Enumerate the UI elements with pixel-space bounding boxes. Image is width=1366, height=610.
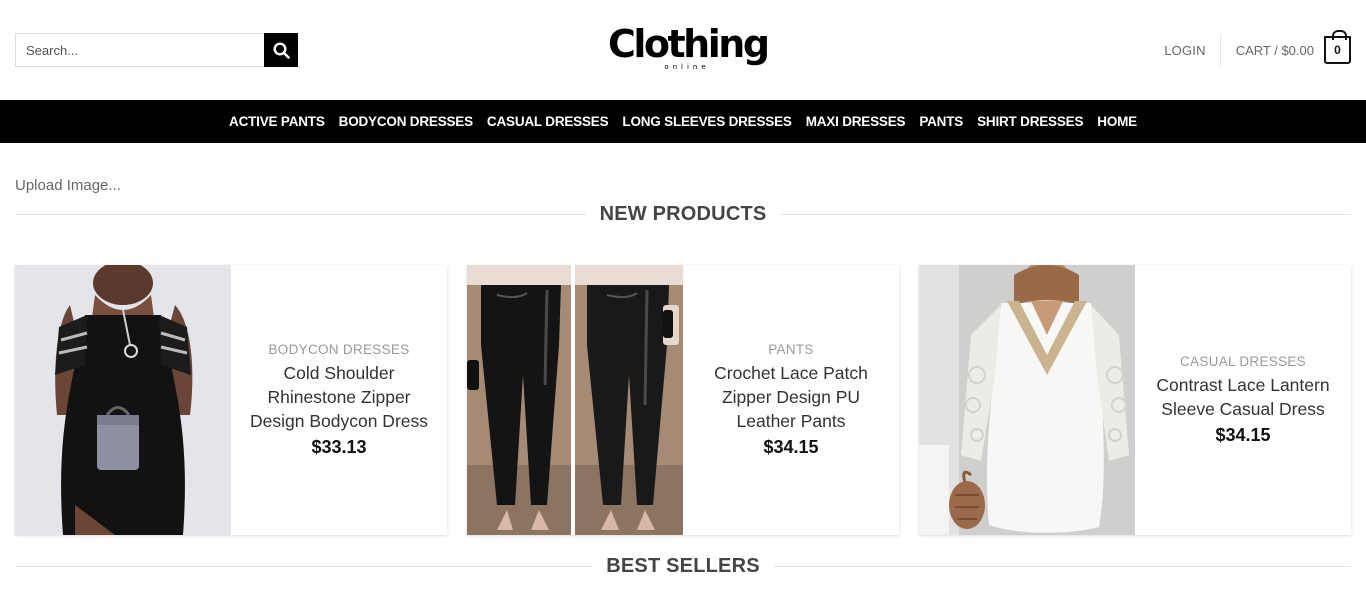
best-sellers-title: BEST SELLERS	[606, 555, 760, 577]
new-products-title: NEW PRODUCTS	[599, 203, 767, 225]
lace-dress-image	[919, 265, 1135, 535]
nav-long-sleeves-dresses[interactable]: LONG SLEEVES DRESSES	[622, 114, 791, 129]
heading-line	[780, 214, 1351, 215]
nav-home[interactable]: HOME	[1097, 114, 1137, 129]
product-image[interactable]	[15, 265, 231, 535]
product-image[interactable]	[919, 265, 1135, 535]
cart-count: 0	[1334, 43, 1341, 57]
search-input[interactable]	[15, 33, 264, 67]
site-logo[interactable]: Clothing online	[608, 22, 770, 74]
product-price: $34.15	[1215, 425, 1271, 445]
cart-link[interactable]: CART / $0.00 0	[1235, 30, 1351, 64]
best-sellers-heading: BEST SELLERS	[15, 555, 1352, 578]
product-name[interactable]: Cold Shoulder Rhinestone Zipper Design B…	[245, 361, 433, 433]
login-link[interactable]: LOGIN	[1164, 43, 1219, 58]
product-price: $33.13	[311, 437, 367, 457]
main-nav: ACTIVE PANTS BODYCON DRESSES CASUAL DRES…	[0, 100, 1366, 143]
heading-line	[15, 566, 593, 567]
search-button[interactable]	[264, 33, 298, 67]
nav-shirt-dresses[interactable]: SHIRT DRESSES	[977, 114, 1083, 129]
upload-image-link[interactable]: Upload Image...	[15, 177, 121, 194]
bodycon-dress-image	[15, 265, 231, 535]
header-account: LOGIN CART / $0.00 0	[1164, 30, 1351, 66]
nav-bodycon-dresses[interactable]: BODYCON DRESSES	[339, 114, 473, 129]
product-category[interactable]: BODYCON DRESSES	[268, 342, 409, 357]
product-info: CASUAL DRESSES Contrast Lace Lantern Sle…	[1135, 265, 1351, 535]
cart-bag-icon: 0	[1324, 30, 1351, 64]
heading-line	[15, 214, 586, 215]
search-form	[15, 33, 298, 67]
product-image[interactable]	[467, 265, 683, 535]
product-category[interactable]: CASUAL DRESSES	[1180, 354, 1306, 369]
leather-pants-image	[467, 265, 683, 535]
heading-line	[773, 566, 1352, 567]
product-info: PANTS Crochet Lace Patch Zipper Design P…	[683, 265, 899, 535]
new-products-heading: NEW PRODUCTS	[15, 203, 1351, 226]
product-card[interactable]: CASUAL DRESSES Contrast Lace Lantern Sle…	[919, 265, 1351, 535]
product-grid: BODYCON DRESSES Cold Shoulder Rhinestone…	[15, 265, 1351, 535]
cart-label: CART / $0.00	[1235, 42, 1314, 58]
product-info: BODYCON DRESSES Cold Shoulder Rhinestone…	[231, 265, 447, 535]
product-card[interactable]: PANTS Crochet Lace Patch Zipper Design P…	[467, 265, 899, 535]
search-icon	[272, 41, 290, 59]
logo-text: Clothing	[608, 22, 770, 66]
nav-pants[interactable]: PANTS	[919, 114, 963, 129]
nav-active-pants[interactable]: ACTIVE PANTS	[229, 114, 325, 129]
nav-maxi-dresses[interactable]: MAXI DRESSES	[806, 114, 906, 129]
product-card[interactable]: BODYCON DRESSES Cold Shoulder Rhinestone…	[15, 265, 447, 535]
site-header: Clothing online LOGIN CART / $0.00 0	[0, 0, 1366, 100]
product-name[interactable]: Contrast Lace Lantern Sleeve Casual Dres…	[1149, 373, 1337, 421]
product-price: $34.15	[763, 437, 819, 457]
header-divider	[1219, 34, 1221, 66]
product-category[interactable]: PANTS	[768, 342, 814, 357]
nav-casual-dresses[interactable]: CASUAL DRESSES	[487, 114, 609, 129]
product-name[interactable]: Crochet Lace Patch Zipper Design PU Leat…	[697, 361, 885, 433]
